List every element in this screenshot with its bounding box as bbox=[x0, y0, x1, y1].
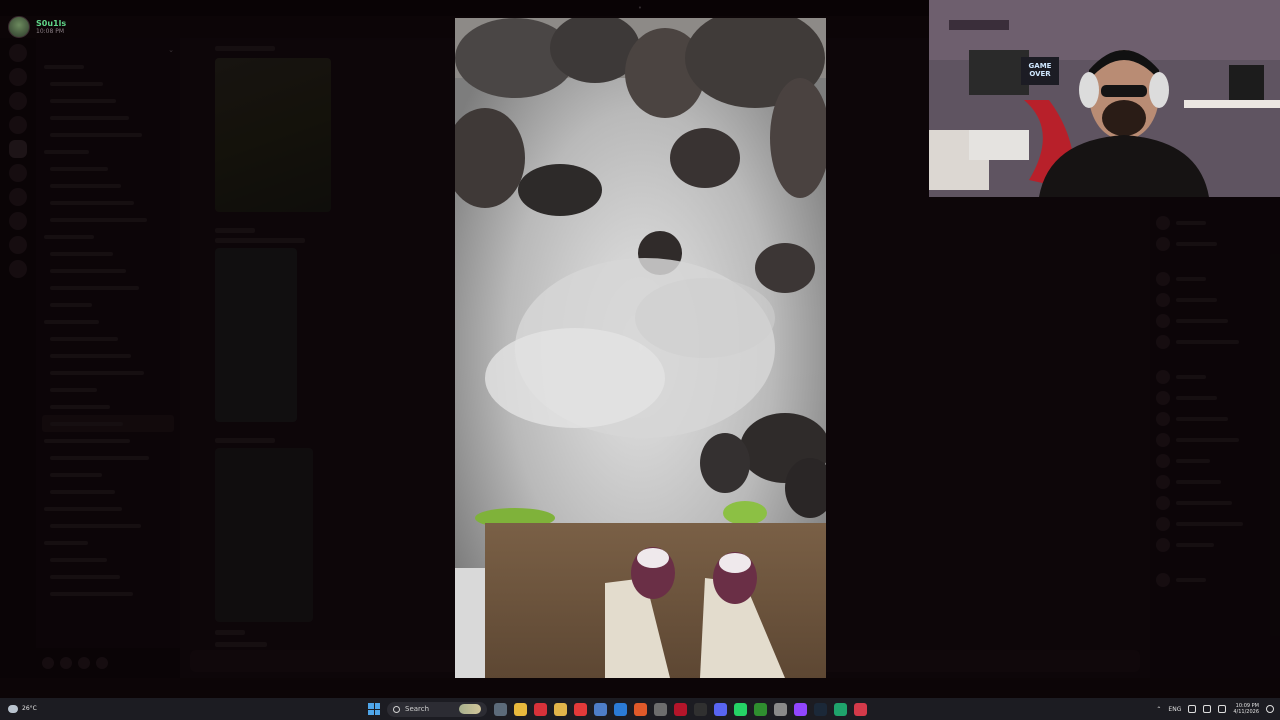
settings-icon[interactable] bbox=[774, 702, 787, 716]
steam-icon[interactable] bbox=[814, 702, 827, 716]
user-time: 10:08 PM bbox=[36, 27, 64, 35]
green-app-icon[interactable] bbox=[834, 702, 847, 716]
brave-icon[interactable] bbox=[634, 702, 647, 716]
xbox-icon[interactable] bbox=[754, 702, 767, 716]
media-viewer-image[interactable] bbox=[455, 18, 826, 678]
app-red-icon[interactable] bbox=[674, 702, 687, 716]
clock-date: 4/11/2026 bbox=[1233, 709, 1259, 715]
system-tray: ⌃ ENG 10:09 PM 4/11/2026 bbox=[1156, 698, 1274, 720]
webcam-illustration bbox=[929, 0, 1280, 197]
search-icon bbox=[393, 705, 400, 713]
store-icon[interactable] bbox=[594, 702, 607, 716]
terminal-icon[interactable] bbox=[694, 702, 707, 716]
app-icon[interactable] bbox=[654, 702, 667, 716]
battery-icon[interactable] bbox=[1218, 705, 1227, 713]
search-label: Search bbox=[405, 705, 430, 713]
opera-icon[interactable] bbox=[534, 702, 547, 716]
twitch-icon[interactable] bbox=[794, 702, 807, 716]
taskbar: 26°C Search ⌃ ENG 10:09 PM 4/11/2026 bbox=[0, 698, 1280, 720]
user-chip: S0u1ls 10:08 PM bbox=[8, 16, 66, 38]
weather-temp: 26°C bbox=[22, 705, 37, 712]
volume-icon[interactable] bbox=[1203, 705, 1212, 713]
search-highlight-icon bbox=[459, 704, 481, 714]
windows-start-icon[interactable] bbox=[368, 703, 380, 715]
file-explorer-icon[interactable] bbox=[494, 702, 507, 716]
search-box[interactable]: Search bbox=[387, 701, 487, 717]
photo-illustration bbox=[455, 18, 826, 678]
whatsapp-icon[interactable] bbox=[734, 702, 747, 716]
opera-gx-icon[interactable] bbox=[854, 702, 867, 716]
user-name: S0u1ls bbox=[36, 18, 67, 28]
chevron-up-icon[interactable]: ⌃ bbox=[1156, 706, 1161, 713]
folder-icon[interactable] bbox=[554, 702, 567, 716]
notification-icon[interactable] bbox=[1266, 705, 1274, 713]
game-over-sign: GAME OVER bbox=[1028, 62, 1052, 78]
clock[interactable]: 10:09 PM 4/11/2026 bbox=[1233, 703, 1259, 715]
language[interactable]: ENG bbox=[1168, 706, 1181, 713]
weather-widget[interactable]: 26°C bbox=[8, 705, 368, 713]
outlook-icon[interactable] bbox=[614, 702, 627, 716]
webcam-overlay: GAME OVER bbox=[929, 0, 1280, 197]
discord-window: • ⌄ bbox=[0, 0, 1280, 698]
taskbar-apps: Search bbox=[368, 701, 867, 717]
youtube-icon[interactable] bbox=[574, 702, 587, 716]
avatar bbox=[8, 16, 30, 38]
wifi-icon[interactable] bbox=[1188, 705, 1197, 713]
chrome-icon[interactable] bbox=[514, 702, 527, 716]
discord-icon[interactable] bbox=[714, 702, 727, 716]
cloud-icon bbox=[8, 705, 18, 713]
